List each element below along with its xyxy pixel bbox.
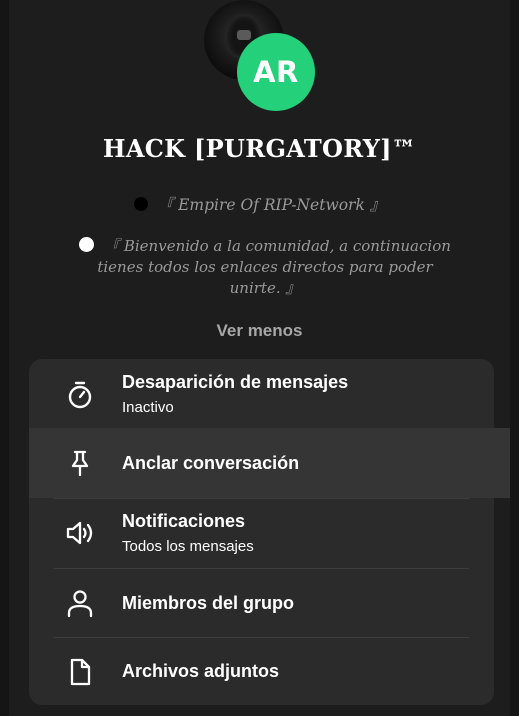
menu-item-label: Desaparición de mensajes bbox=[122, 372, 349, 392]
menu-item-label: Miembros del grupo bbox=[122, 593, 295, 613]
pin-icon bbox=[71, 450, 89, 477]
attachments-item[interactable]: Archivos adjuntos bbox=[29, 637, 494, 705]
timer-icon bbox=[68, 381, 92, 409]
menu-item-sublabel: Todos los mensajes bbox=[122, 538, 254, 555]
group-description-line-1: 『 Empire Of RIP-Network 』 bbox=[0, 193, 519, 215]
black-circle-icon bbox=[133, 197, 148, 211]
file-icon bbox=[70, 658, 91, 686]
group-members-item[interactable]: Miembros del grupo bbox=[29, 568, 494, 637]
disappearing-messages-item[interactable]: Desaparición de mensajes Inactivo bbox=[29, 359, 494, 428]
window-frame-right bbox=[510, 0, 519, 716]
group-title: HACK [PURGATORY]™ bbox=[102, 134, 417, 163]
group-description-line-2: 『 Bienvenido a la comunidad, a continuac… bbox=[70, 236, 460, 299]
menu-item-sublabel: Inactivo bbox=[122, 399, 174, 416]
menu-item-label: Anclar conversación bbox=[122, 453, 300, 473]
hover-highlight bbox=[494, 428, 510, 498]
avatar-initials: AR bbox=[253, 55, 299, 89]
notifications-item[interactable]: Notificaciones Todos los mensajes bbox=[29, 498, 494, 568]
menu-item-label: Archivos adjuntos bbox=[122, 661, 280, 681]
speaker-icon bbox=[66, 521, 93, 545]
show-less-button[interactable]: Ver menos bbox=[0, 321, 519, 341]
person-icon bbox=[67, 590, 93, 618]
menu-item-label: Notificaciones bbox=[122, 511, 246, 531]
avatar[interactable]: AR bbox=[237, 33, 315, 111]
group-options-card: Desaparición de mensajes Inactivo Anclar… bbox=[29, 359, 494, 705]
window-frame-left bbox=[0, 0, 9, 716]
white-circle-icon bbox=[79, 237, 95, 252]
pin-conversation-item[interactable]: Anclar conversación bbox=[29, 428, 494, 498]
